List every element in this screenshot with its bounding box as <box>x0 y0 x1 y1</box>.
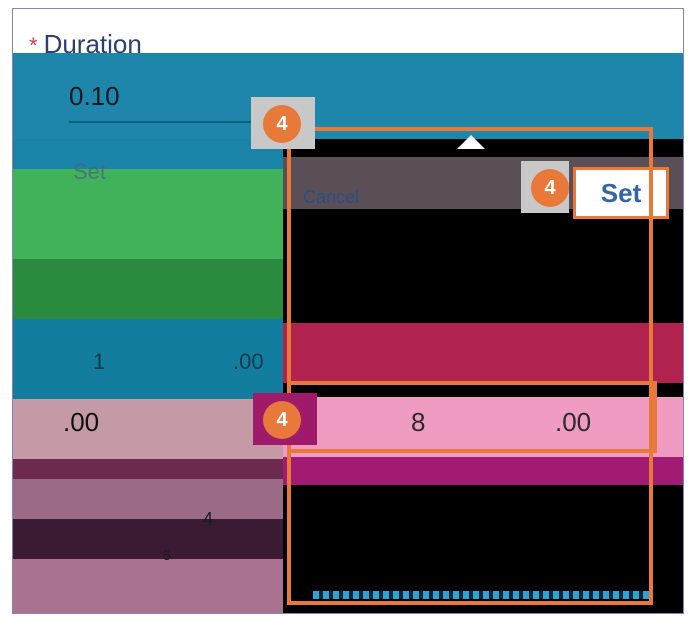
picker-row[interactable] <box>283 323 683 383</box>
picker-partial-label: Set <box>73 159 107 184</box>
picker-left-band <box>13 559 283 613</box>
step-badge: 4 <box>263 401 301 439</box>
picker-left-band <box>13 479 283 519</box>
selected-hour[interactable]: 8 <box>411 407 425 438</box>
picker-left-cell: 1 <box>93 349 106 374</box>
screenshot-frame: * Duration 0.10 Set 1 .00 .00 4 5 Cancel … <box>12 8 684 614</box>
picker-row[interactable] <box>283 457 683 485</box>
picker-left-option[interactable]: 4 <box>203 509 213 530</box>
cancel-button[interactable]: Cancel <box>303 187 359 208</box>
picker-selected-row[interactable] <box>283 397 683 457</box>
picker-left-option[interactable]: 5 <box>163 547 171 563</box>
duration-header: * Duration <box>13 9 683 59</box>
set-button[interactable]: Set <box>573 167 669 219</box>
step-badge: 4 <box>263 105 301 143</box>
duration-value[interactable]: 0.10 <box>69 81 120 112</box>
step-badge: 4 <box>531 169 569 207</box>
picker-left-panel-dark <box>13 259 283 319</box>
popup-pointer-icon <box>457 135 485 149</box>
picker-left-selected-value: .00 <box>63 407 100 437</box>
selected-minute[interactable]: .00 <box>555 407 591 438</box>
picker-left-band <box>13 519 283 559</box>
scroll-indicator <box>313 591 653 599</box>
picker-left-selected-row[interactable] <box>13 399 283 459</box>
picker-left-cell: .00 <box>233 349 264 374</box>
